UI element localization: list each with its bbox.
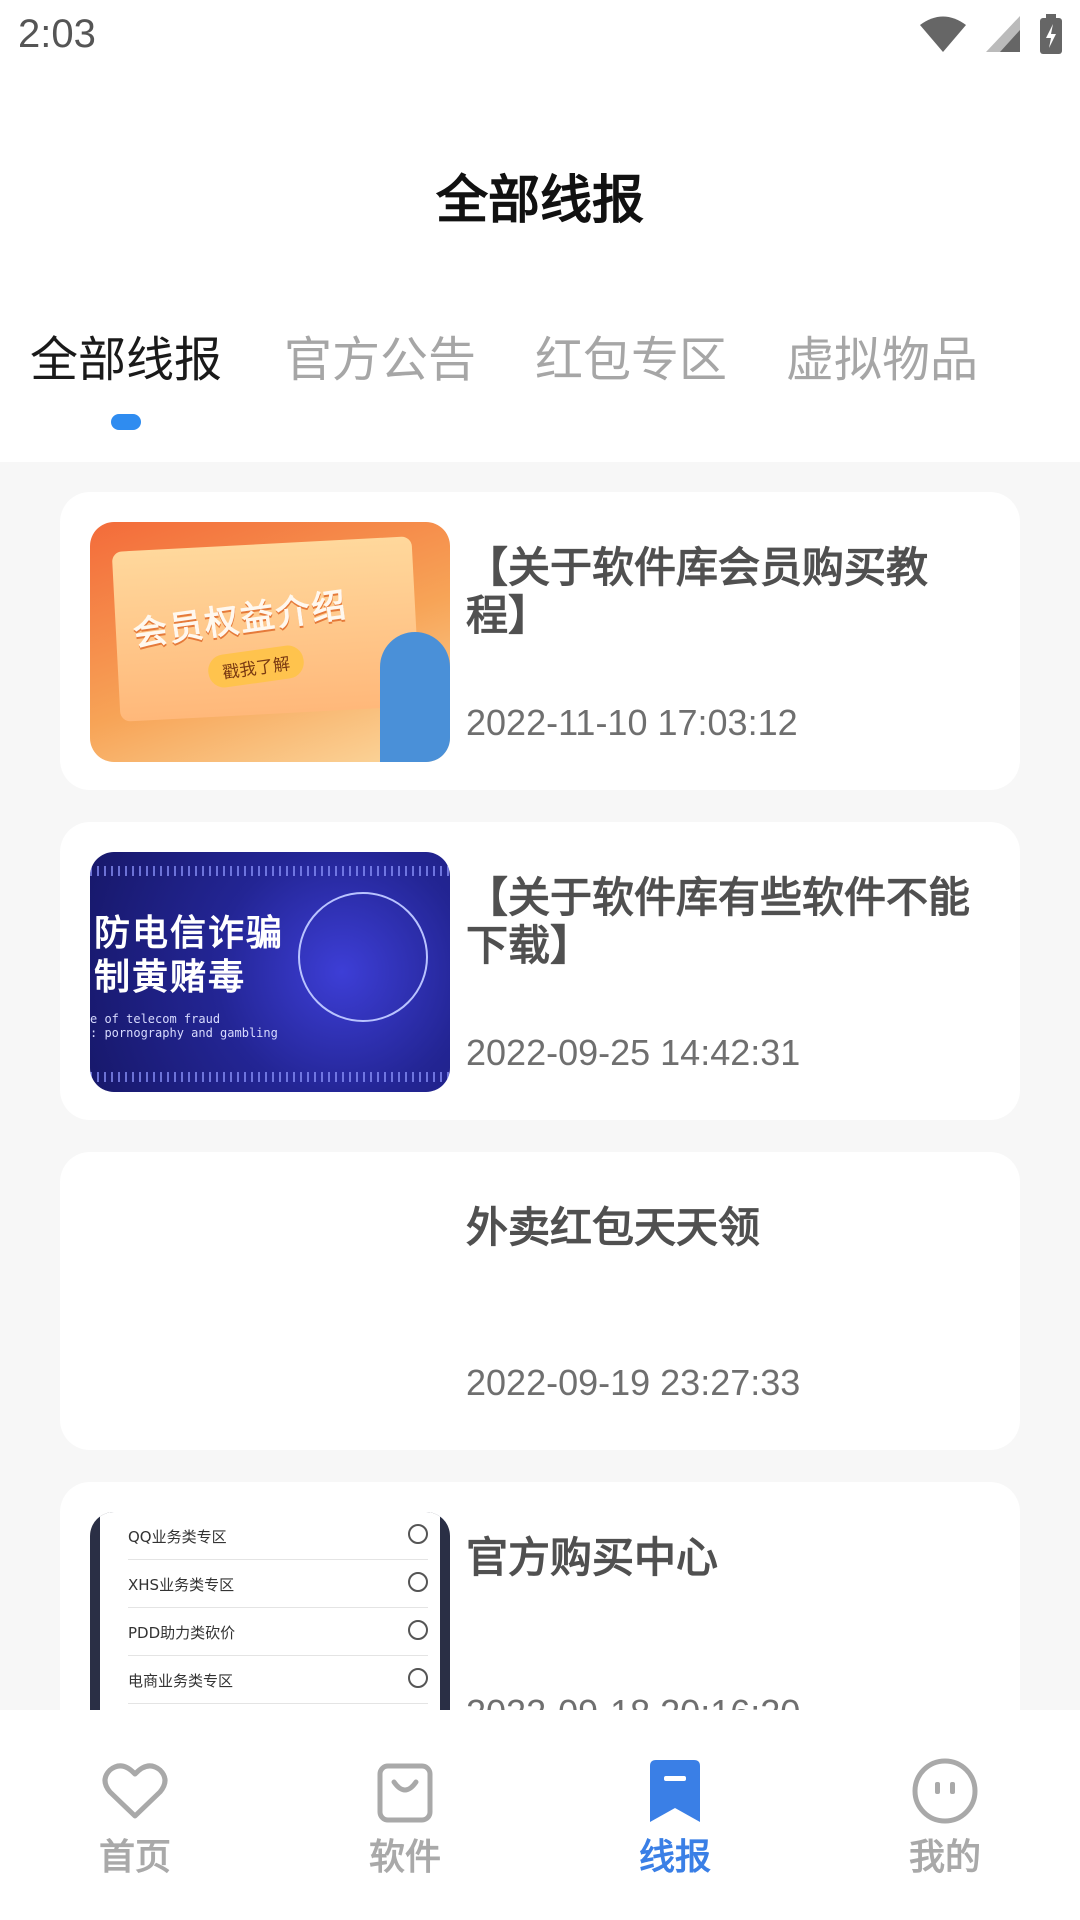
post-title: 【关于软件库会员购买教程】 [466,543,929,640]
nav-home-label: 首页 [98,1837,171,1878]
status-time: 2:03 [18,12,96,56]
bookmark-icon [650,1760,700,1822]
status-bar: 2:03 [0,0,1080,74]
thumbnail-subtitle: e of telecom fraud : pornography and gam… [90,1012,278,1040]
wifi-icon [920,16,966,52]
thumbnail-decoration [90,866,450,876]
radio-icon [408,1572,428,1592]
post-card[interactable]: QQ业务类专区 XHS业务类专区 PDD助力类砍价 电商业务类专区 官方购买中心… [60,1482,1020,1710]
tab-virtual-goods[interactable]: 虚拟物品 [786,320,978,390]
thumbnail-line-1: 防电信诈骗 [94,913,285,954]
post-card[interactable]: 外卖红包天天领 2022-09-19 23:27:33 [60,1152,1020,1450]
post-date: 2022-09-25 14:42:31 [466,1032,801,1073]
radio-icon [408,1668,428,1688]
category-tabs: 全部线报 官方公告 红包专区 虚拟物品 [0,320,1080,440]
globe-icon [298,892,428,1022]
thumbnail-row-label: 电商业务类专区 [128,1672,234,1690]
post-title: 外卖红包天天领 [466,1203,761,1252]
thumbnail-phone-screen: QQ业务类专区 XHS业务类专区 PDD助力类砍价 电商业务类专区 [100,1512,440,1710]
post-date: 2022-11-10 17:03:12 [466,702,798,743]
nav-home[interactable]: 首页 [35,1756,235,1880]
radio-icon [408,1524,428,1544]
tab-official-announcements[interactable]: 官方公告 [284,320,476,390]
nav-software[interactable]: 软件 [305,1756,505,1880]
thumbnail-line-2: 制黄赌毒 [94,957,247,998]
bottom-nav: 首页 软件 线报 我的 [0,1710,1080,1920]
nav-software-label: 软件 [368,1837,441,1878]
status-icons [920,14,1062,54]
thumbnail-row: PDD助力类砍价 [128,1608,428,1656]
post-title: 【关于软件库有些软件不能下载】 [466,873,971,970]
thumbnail-sub-2: : pornography and gambling [90,1026,278,1040]
post-card[interactable]: 会员权益介绍 戳我了解 【关于软件库会员购买教程】 2022-11-10 17:… [60,492,1020,790]
tab-all-tips[interactable]: 全部线报 [30,320,222,390]
thumbnail-row-label: XHS业务类专区 [128,1576,235,1594]
nav-mine[interactable]: 我的 [845,1756,1045,1880]
signal-icon [986,16,1020,52]
thumbnail-decoration [90,1072,450,1082]
post-title: 官方购买中心 [466,1533,719,1582]
thumbnail-row: XHS业务类专区 [128,1560,428,1608]
thumbnail-row-label: QQ业务类专区 [128,1528,227,1546]
nav-mine-label: 我的 [908,1837,981,1878]
nav-tips[interactable]: 线报 [575,1756,775,1880]
shopping-bag-icon [377,1763,433,1823]
post-card[interactable]: 防电信诈骗 制黄赌毒 e of telecom fraud : pornogra… [60,822,1020,1120]
heart-icon [102,1763,168,1819]
thumbnail-illustration [380,632,450,762]
page-title: 全部线报 [435,171,644,231]
thumbnail-sub-1: e of telecom fraud [90,1012,221,1026]
radio-icon [408,1620,428,1640]
post-date: 2022-09-19 23:27:33 [466,1362,801,1403]
post-list[interactable]: 会员权益介绍 戳我了解 【关于软件库会员购买教程】 2022-11-10 17:… [0,462,1080,1710]
thumbnail-title: 防电信诈骗 制黄赌毒 [94,912,284,1000]
post-thumbnail: 防电信诈骗 制黄赌毒 e of telecom fraud : pornogra… [90,852,450,1092]
post-thumbnail: QQ业务类专区 XHS业务类专区 PDD助力类砍价 电商业务类专区 [90,1512,450,1710]
tab-red-packets[interactable]: 红包专区 [535,320,727,390]
post-date: 2022-09-18 20:16:20 [466,1692,800,1710]
active-tab-indicator [111,414,141,430]
smiley-face-icon [912,1758,978,1824]
battery-charging-icon [1040,14,1062,54]
nav-tips-label: 线报 [638,1837,711,1878]
post-thumbnail: 会员权益介绍 戳我了解 [90,522,450,762]
thumbnail-row-label: PDD助力类砍价 [128,1624,236,1642]
thumbnail-row: QQ业务类专区 [128,1512,428,1560]
thumbnail-row: 电商业务类专区 [128,1656,428,1704]
